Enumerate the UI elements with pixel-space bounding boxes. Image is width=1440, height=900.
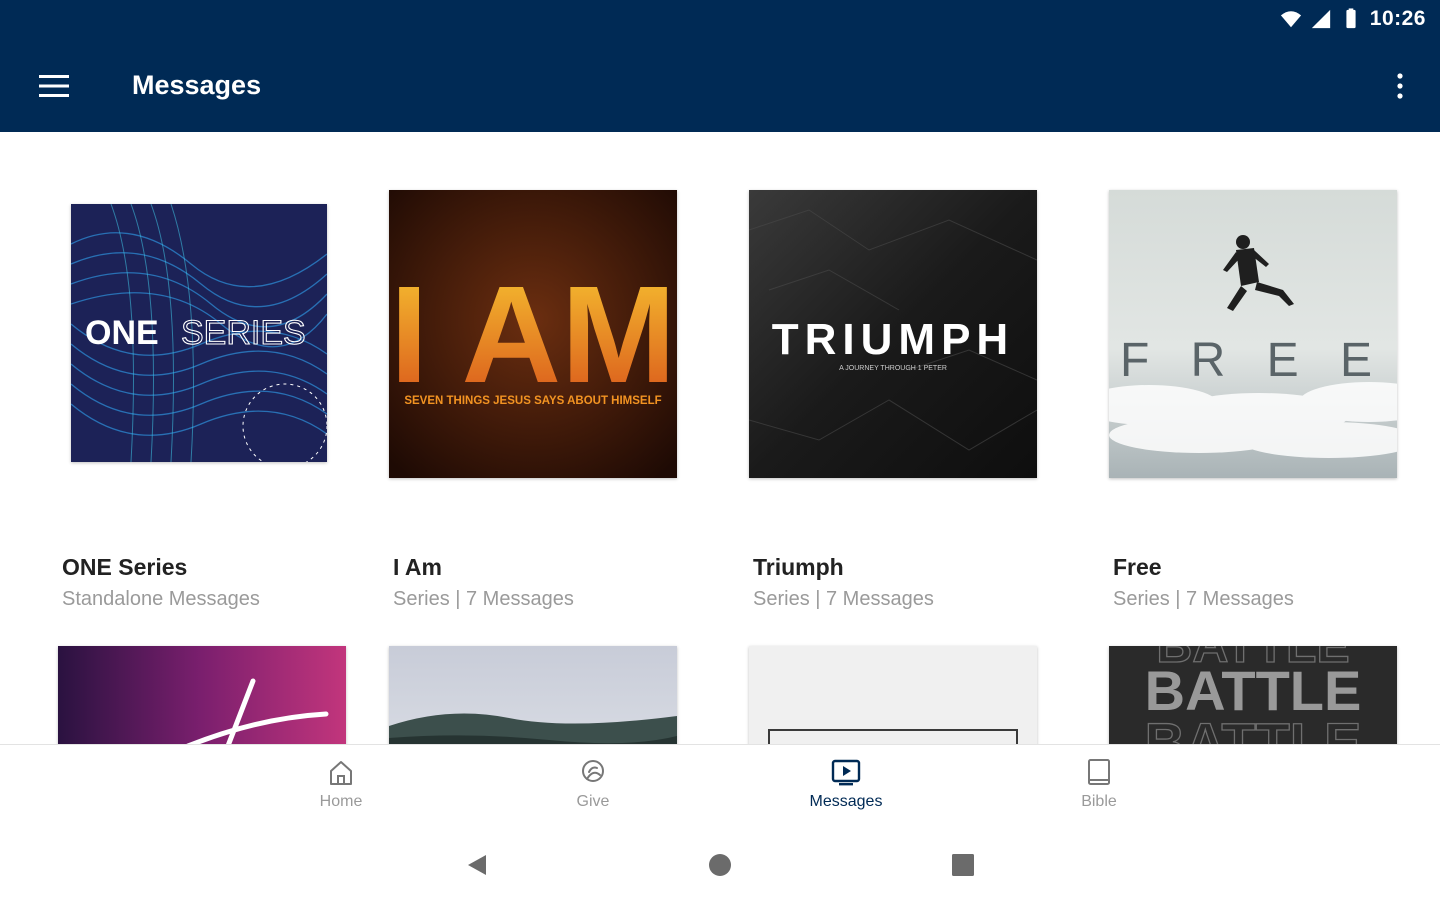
- back-icon: [468, 855, 486, 875]
- nav-item-bible[interactable]: Bible: [1044, 757, 1154, 811]
- status-bar: 10:26: [1280, 6, 1426, 32]
- art-text: TRIUMPH: [772, 315, 1014, 364]
- series-title: I Am: [393, 554, 442, 580]
- series-grid: ONE SERIES ONE Series Standalone Message…: [0, 132, 1440, 744]
- art-text: BATTLE: [1145, 711, 1362, 744]
- nav-label: Give: [576, 793, 610, 810]
- art-text: I AM: [390, 258, 676, 412]
- nav-item-give[interactable]: Give: [538, 757, 648, 811]
- series-meta: Series | 7 Messages: [753, 588, 934, 610]
- bible-icon: [1088, 759, 1110, 785]
- menu-button[interactable]: [36, 68, 72, 104]
- series-title: Triumph: [753, 554, 844, 580]
- wifi-icon: [1280, 11, 1301, 28]
- series-thumbnail: F R E E: [1109, 190, 1397, 478]
- hamburger-icon: [39, 75, 69, 97]
- series-meta: Series | 7 Messages: [393, 588, 574, 610]
- cell-signal-icon: [1311, 9, 1330, 29]
- status-time: 10:26: [1369, 7, 1426, 30]
- series-thumbnail: TRIUMPH A JOURNEY THROUGH 1 PETER: [749, 190, 1037, 478]
- square-icon: [952, 854, 974, 876]
- series-thumbnail: I AM SEVEN THINGS JESUS SAYS ABOUT HIMSE…: [389, 190, 677, 478]
- series-meta: Series | 7 Messages: [1113, 588, 1294, 610]
- overflow-menu-button[interactable]: [1390, 68, 1410, 104]
- series-thumbnail: BATTLE BATTLE BATTLE: [1109, 646, 1397, 744]
- nav-label: Messages: [809, 793, 883, 810]
- series-thumbnail: [58, 646, 346, 744]
- recents-button[interactable]: [948, 850, 978, 880]
- art-text: ONE: [85, 314, 159, 352]
- home-system-button[interactable]: [705, 850, 735, 880]
- series-meta: Standalone Messages: [62, 588, 260, 610]
- system-navigation: [0, 828, 1440, 900]
- nav-label: Bible: [1081, 793, 1117, 810]
- series-thumbnail: [749, 646, 1037, 744]
- art-text: SEVEN THINGS JESUS SAYS ABOUT HIMSELF: [404, 395, 661, 407]
- art-text: F R E E: [1120, 334, 1386, 387]
- battery-icon: [1346, 8, 1356, 29]
- page-title: Messages: [132, 70, 262, 100]
- home-icon: [330, 761, 352, 785]
- nav-item-messages[interactable]: Messages: [791, 757, 901, 811]
- art-text: A JOURNEY THROUGH 1 PETER: [839, 365, 947, 372]
- series-title: ONE Series: [62, 554, 188, 580]
- more-vert-icon: [1397, 73, 1403, 99]
- bottom-navigation: Home Give Messages Bible: [0, 744, 1440, 828]
- circle-icon: [709, 854, 731, 876]
- series-thumbnail: ONE SERIES: [71, 204, 327, 462]
- nav-item-home[interactable]: Home: [286, 757, 396, 811]
- nav-label: Home: [319, 793, 363, 810]
- messages-icon: [831, 759, 861, 786]
- art-text: SERIES: [181, 314, 306, 352]
- back-button[interactable]: [462, 850, 492, 880]
- series-title: Free: [1113, 554, 1162, 580]
- app-bar: 10:26 Messages: [0, 0, 1440, 132]
- give-icon: [582, 760, 604, 782]
- series-thumbnail: [389, 646, 677, 744]
